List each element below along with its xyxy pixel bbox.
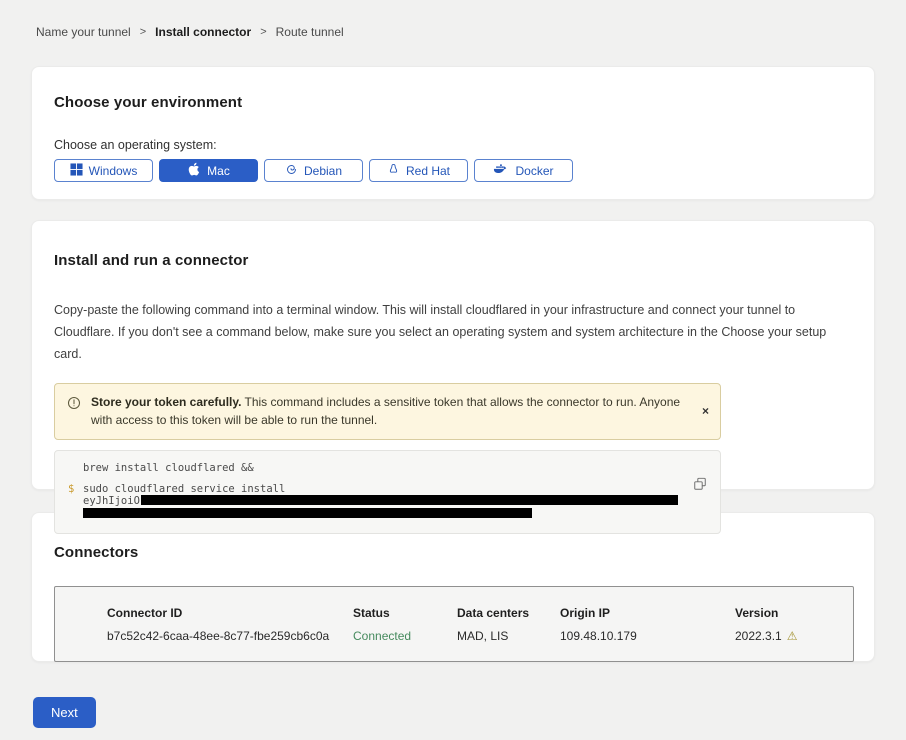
alert-circle-icon <box>67 396 81 416</box>
copy-icon <box>693 479 707 494</box>
os-button-debian[interactable]: Debian <box>264 159 363 182</box>
os-button-label: Windows <box>89 164 138 178</box>
table-row: b7c52c42-6caa-48ee-8c77-fbe259cb6c0a Con… <box>55 620 853 661</box>
column-header-connector-id: Connector ID <box>107 606 353 620</box>
code-text: brew install cloudflared && <box>83 462 254 474</box>
warning-title: Store your token carefully. <box>91 395 242 409</box>
docker-logo-icon <box>493 163 509 179</box>
shell-prompt: $ <box>68 484 74 495</box>
warning-close-button[interactable]: × <box>702 404 709 418</box>
os-select-label: Choose an operating system: <box>54 138 852 152</box>
warning-text: Store your token carefully.This command … <box>91 393 690 430</box>
redhat-logo-icon <box>387 163 400 179</box>
copy-command-button[interactable] <box>693 477 707 494</box>
environment-card-title: Choose your environment <box>54 94 852 111</box>
table-header-row: Connector ID Status Data centers Origin … <box>55 587 853 620</box>
origin-ip-cell: 109.48.10.179 <box>560 629 735 643</box>
data-centers-cell: MAD, LIS <box>457 629 560 643</box>
next-button[interactable]: Next <box>33 697 96 728</box>
column-header-status: Status <box>353 606 457 620</box>
redacted-token-bar <box>83 508 532 518</box>
redacted-token-bar <box>141 495 678 505</box>
column-header-origin-ip: Origin IP <box>560 606 735 620</box>
os-button-windows[interactable]: Windows <box>54 159 153 182</box>
install-description: Copy-paste the following command into a … <box>54 300 850 366</box>
breadcrumb-separator: > <box>140 26 146 38</box>
token-prefix-text: eyJhIjoiO <box>83 495 140 507</box>
install-card-title: Install and run a connector <box>54 252 852 269</box>
apple-logo-icon <box>187 162 201 179</box>
os-button-label: Docker <box>515 164 553 178</box>
token-warning-banner: Store your token carefully.This command … <box>54 383 721 440</box>
debian-logo-icon <box>285 163 298 179</box>
status-badge: Connected <box>353 629 457 643</box>
os-button-label: Debian <box>304 164 342 178</box>
code-line-token-continued <box>83 508 720 520</box>
footer: Next <box>33 697 906 728</box>
version-cell: 2022.3.1 ⚠ <box>735 629 853 643</box>
code-line-brew: brew install cloudflared && <box>55 463 720 474</box>
os-button-label: Red Hat <box>406 164 450 178</box>
connectors-card-title: Connectors <box>54 544 852 561</box>
connectors-card: Connectors Connector ID Status Data cent… <box>31 512 875 662</box>
os-button-mac[interactable]: Mac <box>159 159 258 182</box>
breadcrumb-item[interactable]: Name your tunnel <box>36 25 131 39</box>
code-line-sudo: $ sudo cloudflared service install <box>55 484 720 495</box>
breadcrumb-item[interactable]: Route tunnel <box>276 25 344 39</box>
os-button-docker[interactable]: Docker <box>474 159 573 182</box>
os-button-redhat[interactable]: Red Hat <box>369 159 468 182</box>
breadcrumb-separator: > <box>260 26 266 38</box>
install-command-block: brew install cloudflared && $ sudo cloud… <box>54 450 721 534</box>
breadcrumb-item[interactable]: Install connector <box>155 25 251 39</box>
choose-environment-card: Choose your environment Choose an operat… <box>31 66 875 200</box>
breadcrumb: Name your tunnel > Install connector > R… <box>0 0 906 39</box>
code-line-token: eyJhIjoiO <box>55 495 720 507</box>
connectors-table: Connector ID Status Data centers Origin … <box>54 586 854 662</box>
connector-id-cell: b7c52c42-6caa-48ee-8c77-fbe259cb6c0a <box>107 629 353 643</box>
column-header-version: Version <box>735 606 853 620</box>
code-text: sudo cloudflared service install <box>83 483 285 495</box>
os-button-group: Windows Mac Debian <box>54 159 852 182</box>
column-header-data-centers: Data centers <box>457 606 560 620</box>
os-button-label: Mac <box>207 164 230 178</box>
install-connector-card: Install and run a connector Copy-paste t… <box>31 220 875 490</box>
version-value: 2022.3.1 <box>735 629 782 643</box>
windows-logo-icon <box>70 163 83 179</box>
version-warning-icon: ⚠ <box>787 629 798 643</box>
